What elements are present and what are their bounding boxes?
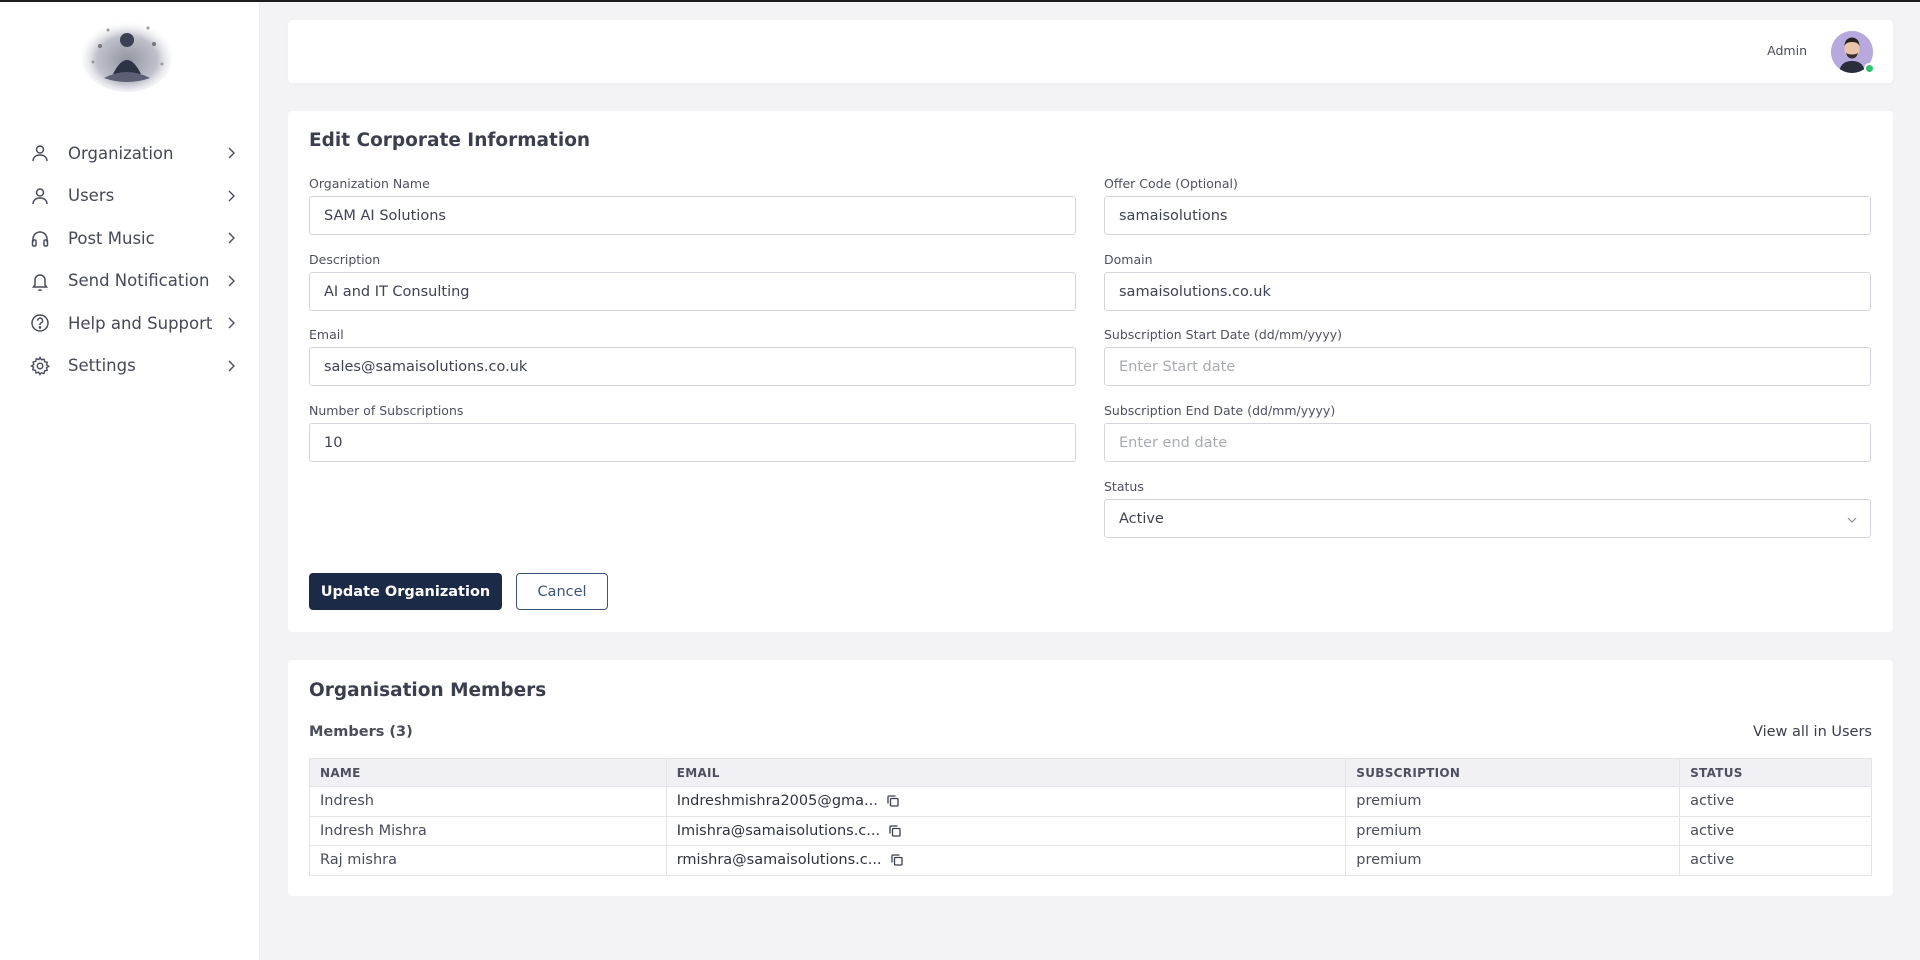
start-date-label: Subscription Start Date (dd/mm/yyyy) [1104, 327, 1342, 342]
sidebar-nav: Organization Users Post Music Send Notif… [0, 132, 260, 387]
chevron-right-icon [224, 231, 238, 245]
description-field: Description AI and IT Consulting [309, 251, 1076, 311]
column-header-name: NAME [309, 758, 667, 787]
member-email: rmishra@samaisolutions.c... [676, 852, 882, 869]
org-name-input[interactable]: SAM AI Solutions [309, 196, 1076, 235]
sidebar: Organization Users Post Music Send Notif… [0, 2, 260, 960]
user-icon [28, 184, 52, 208]
members-title: Organisation Members [309, 680, 547, 701]
email-field: Email sales@samaisolutions.co.uk [309, 326, 1076, 386]
help-circle-icon [28, 311, 52, 335]
domain-field: Domain samaisolutions.co.uk [1104, 251, 1871, 311]
member-name: Raj mishra [309, 845, 667, 876]
copy-icon[interactable] [890, 853, 904, 867]
member-email: Imishra@samaisolutions.c... [676, 822, 881, 839]
offer-code-input[interactable]: samaisolutions [1104, 196, 1871, 235]
sidebar-item-organization[interactable]: Organization [0, 132, 260, 175]
member-status: active [1679, 815, 1872, 846]
table-header-row: NAME EMAIL SUBSCRIPTION STATUS [309, 758, 1872, 787]
members-count: Members (3) [309, 724, 413, 740]
email-input[interactable]: sales@samaisolutions.co.uk [309, 347, 1076, 386]
description-input[interactable]: AI and IT Consulting [309, 272, 1076, 311]
offer-code-label: Offer Code (Optional) [1104, 176, 1238, 191]
members-table: NAME EMAIL SUBSCRIPTION STATUS Indresh I… [309, 758, 1872, 876]
description-label: Description [309, 252, 381, 267]
window-top-border [0, 0, 1920, 2]
user-icon [28, 141, 52, 165]
table-row: Indresh Mishra Imishra@samaisolutions.c.… [309, 815, 1872, 846]
org-name-label: Organization Name [309, 176, 430, 191]
sidebar-item-label: Organization [68, 143, 174, 163]
table-row: Indresh Indreshmishra2005@gma... premium… [309, 786, 1872, 817]
sidebar-item-label: Send Notification [68, 271, 210, 291]
member-email-cell: Indreshmishra2005@gma... [665, 786, 1347, 817]
sidebar-item-users[interactable]: Users [0, 175, 260, 218]
member-email-cell: Imishra@samaisolutions.c... [665, 815, 1347, 846]
column-header-email: EMAIL [665, 758, 1347, 787]
top-header: Admin [288, 20, 1893, 83]
chevron-right-icon [224, 146, 238, 160]
chevron-right-icon [224, 359, 238, 373]
start-date-field: Subscription Start Date (dd/mm/yyyy) Ent… [1104, 326, 1871, 386]
sidebar-item-post-music[interactable]: Post Music [0, 217, 260, 260]
organisation-members-section: Organisation Members Members (3) View al… [288, 660, 1893, 896]
member-status: active [1679, 786, 1872, 817]
status-label: Status [1104, 479, 1144, 494]
start-date-input[interactable]: Enter Start date [1104, 347, 1871, 386]
sidebar-item-label: Help and Support [68, 313, 213, 333]
sidebar-item-send-notification[interactable]: Send Notification [0, 260, 260, 303]
column-header-status: STATUS [1679, 758, 1872, 787]
view-all-users-link[interactable]: View all in Users [1753, 724, 1872, 740]
member-email-cell: rmishra@samaisolutions.c... [665, 845, 1347, 876]
member-status: active [1679, 845, 1872, 876]
member-subscription: premium [1345, 786, 1681, 817]
member-name: Indresh Mishra [309, 815, 667, 846]
status-select[interactable]: Active [1104, 499, 1871, 538]
end-date-input[interactable]: Enter end date [1104, 423, 1871, 462]
cancel-button[interactable]: Cancel [516, 573, 608, 610]
app-logo[interactable] [78, 16, 176, 92]
headphones-icon [28, 226, 52, 250]
chevron-down-icon [1847, 509, 1857, 528]
chevron-right-icon [224, 189, 238, 203]
subscriptions-field: Number of Subscriptions 10 [309, 402, 1076, 462]
member-email: Indreshmishra2005@gma... [676, 793, 878, 810]
chevron-right-icon [224, 316, 238, 330]
status-field: Status Active [1104, 478, 1871, 538]
subscriptions-input[interactable]: 10 [309, 423, 1076, 462]
user-role-label: Admin [1767, 43, 1807, 58]
member-subscription: premium [1345, 845, 1681, 876]
domain-label: Domain [1104, 252, 1153, 267]
sidebar-item-label: Settings [68, 356, 136, 376]
copy-icon[interactable] [888, 824, 902, 838]
chevron-right-icon [224, 274, 238, 288]
edit-corporate-form: Edit Corporate Information Organization … [288, 111, 1893, 632]
gear-icon [28, 354, 52, 378]
sidebar-item-help-and-support[interactable]: Help and Support [0, 302, 260, 345]
online-status-indicator [1864, 63, 1875, 74]
offer-code-field: Offer Code (Optional) samaisolutions [1104, 175, 1871, 235]
email-label: Email [309, 327, 344, 342]
end-date-field: Subscription End Date (dd/mm/yyyy) Enter… [1104, 402, 1871, 462]
member-name: Indresh [309, 786, 667, 817]
org-name-field: Organization Name SAM AI Solutions [309, 175, 1076, 235]
sidebar-item-label: Post Music [68, 228, 155, 248]
bell-icon [28, 269, 52, 293]
form-title: Edit Corporate Information [309, 130, 591, 151]
member-subscription: premium [1345, 815, 1681, 846]
domain-input[interactable]: samaisolutions.co.uk [1104, 272, 1871, 311]
sidebar-item-label: Users [68, 186, 115, 206]
copy-icon[interactable] [886, 794, 900, 808]
end-date-label: Subscription End Date (dd/mm/yyyy) [1104, 403, 1336, 418]
table-row: Raj mishra rmishra@samaisolutions.c... p… [309, 845, 1872, 876]
sidebar-item-settings[interactable]: Settings [0, 345, 260, 388]
update-organization-button[interactable]: Update Organization [309, 573, 502, 610]
subscriptions-label: Number of Subscriptions [309, 403, 464, 418]
column-header-subscription: SUBSCRIPTION [1345, 758, 1681, 787]
